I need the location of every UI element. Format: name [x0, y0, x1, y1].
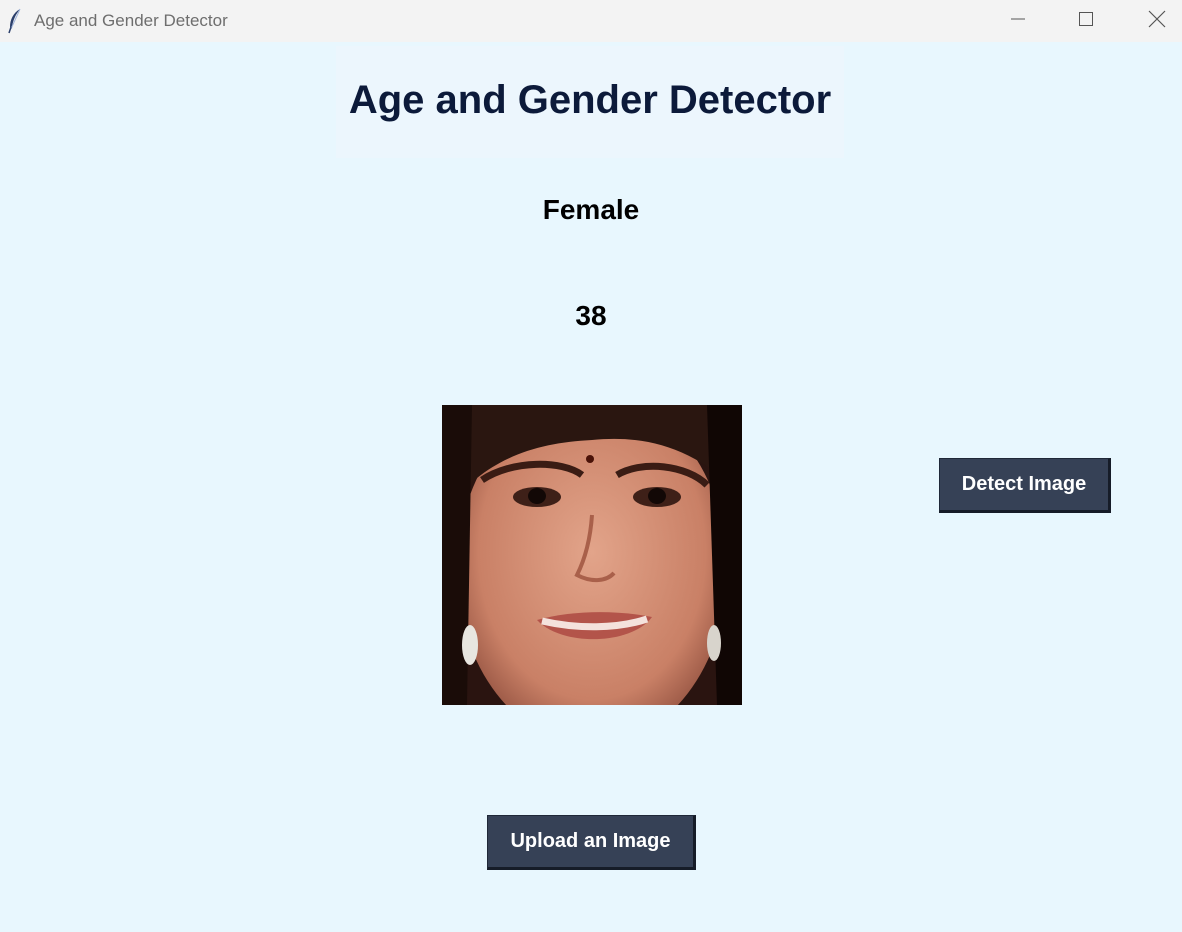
close-icon — [1148, 10, 1166, 33]
page-title: Age and Gender Detector — [348, 78, 832, 122]
window-title: Age and Gender Detector — [34, 11, 228, 30]
main-panel: Age and Gender Detector Female 38 Detect… — [0, 42, 1182, 932]
maximize-icon — [1078, 11, 1094, 32]
heading-banner: Age and Gender Detector — [336, 46, 844, 158]
detect-image-button[interactable]: Detect Image — [939, 458, 1111, 513]
gender-result-label: Female — [542, 194, 640, 225]
uploaded-face-image — [442, 405, 742, 705]
upload-image-button[interactable]: Upload an Image — [487, 815, 696, 870]
minimize-icon — [1010, 11, 1026, 32]
age-result-label: 38 — [575, 300, 607, 331]
title-bar: Age and Gender Detector — [0, 0, 1182, 42]
close-button[interactable] — [1127, 0, 1182, 42]
feather-icon — [7, 8, 23, 34]
maximize-button[interactable] — [1056, 0, 1116, 42]
minimize-button[interactable] — [988, 0, 1048, 42]
